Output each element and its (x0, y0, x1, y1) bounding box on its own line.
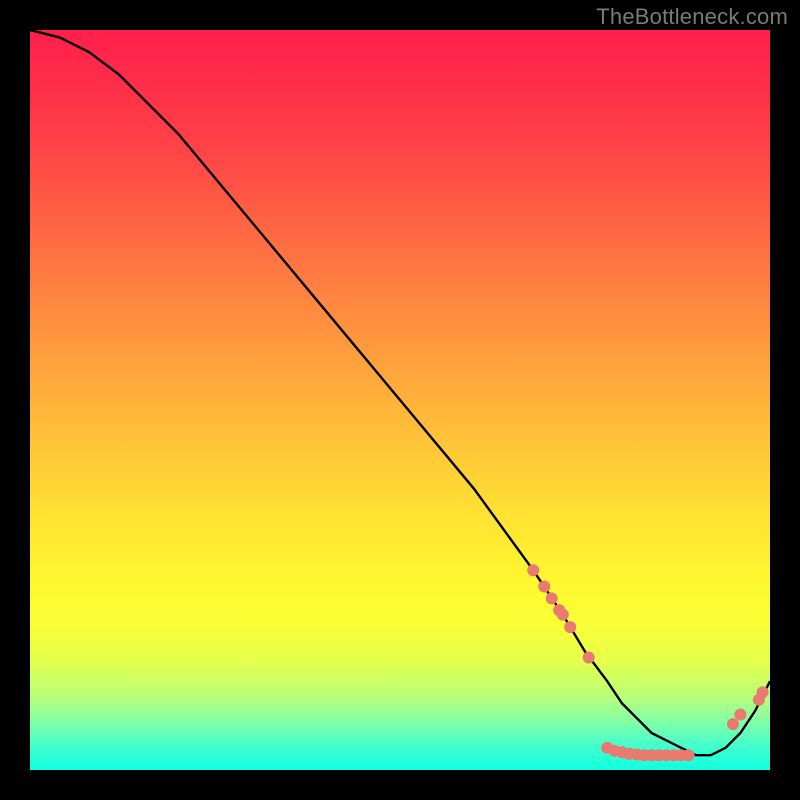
data-point (734, 709, 746, 721)
data-point (683, 749, 695, 761)
data-point (583, 652, 595, 664)
data-point (757, 686, 769, 698)
chart-svg (30, 30, 770, 770)
data-point (538, 580, 550, 592)
bottleneck-curve (30, 30, 770, 755)
data-point (527, 564, 539, 576)
data-point (557, 609, 569, 621)
watermark-text: TheBottleneck.com (596, 4, 788, 30)
data-point (564, 621, 576, 633)
plot-area (30, 30, 770, 770)
data-markers (527, 564, 768, 761)
chart-frame: TheBottleneck.com (0, 0, 800, 800)
data-point (546, 592, 558, 604)
data-point (727, 718, 739, 730)
